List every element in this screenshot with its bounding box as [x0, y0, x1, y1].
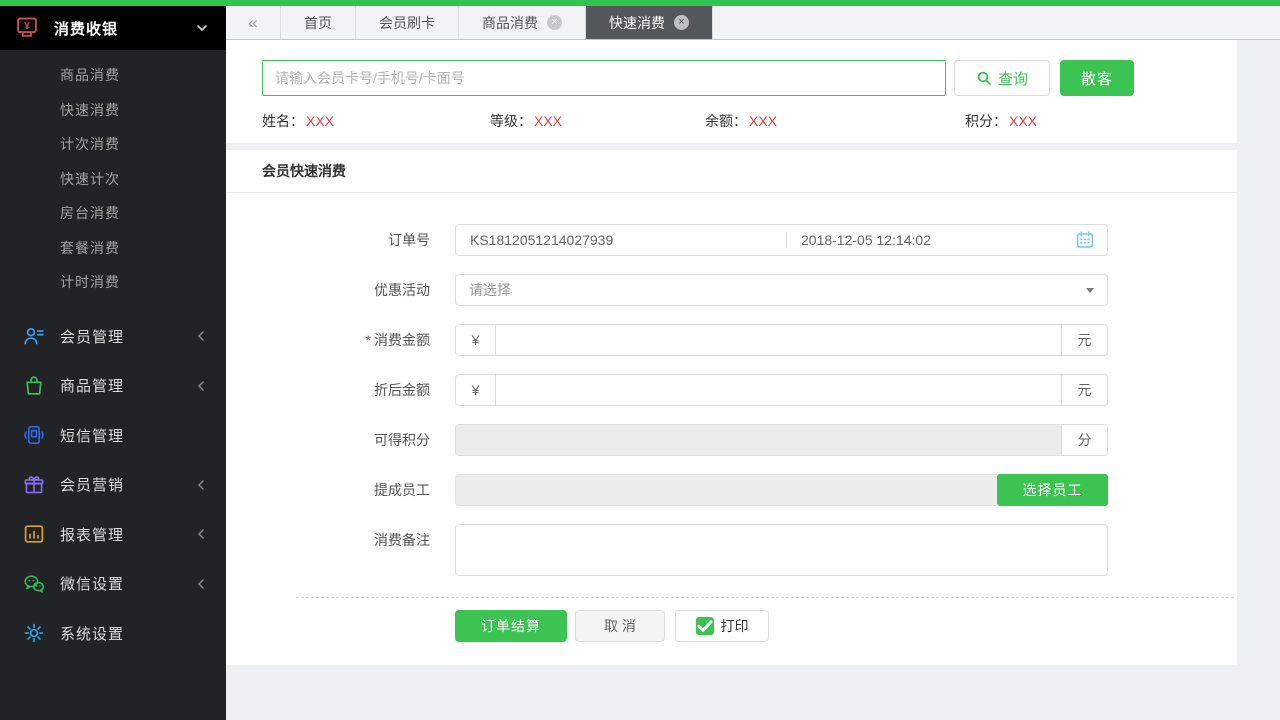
- print-checkbox-group[interactable]: 打印: [675, 610, 769, 642]
- sidebar-item-goods-management[interactable]: 商品管理: [0, 361, 226, 411]
- guest-button[interactable]: 散客: [1060, 60, 1134, 96]
- checkbox-checked-icon[interactable]: [696, 617, 714, 635]
- search-icon: [976, 70, 992, 86]
- collapse-tabs-button[interactable]: «: [226, 6, 281, 39]
- close-icon[interactable]: ×: [547, 15, 562, 30]
- member-level: 等级：XXX: [490, 111, 705, 131]
- sidebar: ¥ 消费收银 商品消费 快速消费 计次消费 快速计次 房台消费 套餐消费 计时消…: [0, 6, 226, 720]
- points-row: 可得积分 分: [226, 424, 1237, 456]
- sidebar-item-member-marketing[interactable]: 会员营销: [0, 460, 226, 510]
- sidebar-item-member-management[interactable]: 会员管理: [0, 312, 226, 362]
- close-icon[interactable]: ×: [674, 15, 689, 30]
- chevron-left-icon: [196, 528, 208, 540]
- sidebar-subitem-goods-consume[interactable]: 商品消费: [0, 58, 226, 93]
- currency-prefix: ¥: [456, 325, 496, 355]
- amount-input[interactable]: [496, 325, 1061, 355]
- select-staff-button[interactable]: 选择员工: [997, 474, 1108, 506]
- search-input[interactable]: [262, 60, 946, 96]
- settle-order-button[interactable]: 订单结算: [455, 610, 567, 642]
- order-number-box: KS1812051214027939 2018-12-05 12:14:02: [455, 224, 1108, 256]
- points-input: [456, 425, 1061, 455]
- sidebar-header-label: 消费收银: [54, 18, 196, 39]
- chevron-left-icon: [196, 330, 208, 342]
- calendar-icon[interactable]: [1075, 230, 1095, 250]
- sidebar-item-system-settings[interactable]: 系统设置: [0, 609, 226, 659]
- tab-bar: « 首页 会员刷卡 商品消费 × 快速消费 ×: [226, 6, 1280, 40]
- sidebar-subitem-count-consume[interactable]: 计次消费: [0, 127, 226, 162]
- remark-row: 消费备注: [226, 524, 1237, 579]
- chevron-down-icon: [196, 22, 208, 34]
- order-datetime: 2018-12-05 12:14:02: [801, 232, 1075, 248]
- tab-member-swipe[interactable]: 会员刷卡: [356, 6, 459, 39]
- workspace: 查询 散客 姓名：XXX 等级：XXX 余额：XXX: [226, 40, 1280, 720]
- member-name: 姓名：XXX: [262, 111, 490, 131]
- required-mark: *: [366, 332, 371, 348]
- member-balance: 余额：XXX: [705, 111, 965, 131]
- order-row: 订单号 KS1812051214027939 2018-12-05 12:14:…: [226, 224, 1237, 256]
- chevron-left-icon: [196, 380, 208, 392]
- dashed-divider: [296, 597, 1234, 598]
- caret-down-icon: [1086, 288, 1094, 293]
- member-points: 积分：XXX: [965, 111, 1037, 131]
- sidebar-subitem-room-consume[interactable]: 房台消费: [0, 196, 226, 231]
- unit-suffix: 元: [1061, 325, 1107, 355]
- action-buttons: 订单结算 取 消 打印: [455, 610, 1237, 642]
- sms-icon: [22, 423, 46, 447]
- cancel-button[interactable]: 取 消: [575, 610, 665, 642]
- query-button[interactable]: 查询: [954, 60, 1050, 96]
- tab-quick-consume[interactable]: 快速消费 ×: [586, 6, 713, 39]
- app-root: ¥ 消费收银 商品消费 快速消费 计次消费 快速计次 房台消费 套餐消费 计时消…: [0, 0, 1280, 720]
- content-column: « 首页 会员刷卡 商品消费 × 快速消费 ×: [226, 6, 1280, 720]
- staff-row: 提成员工 选择员工: [226, 474, 1237, 506]
- tab-home[interactable]: 首页: [281, 6, 356, 39]
- unit-suffix: 分: [1061, 425, 1107, 455]
- divider: [786, 232, 787, 248]
- chevron-left-icon: [196, 479, 208, 491]
- goods-icon: [22, 374, 46, 398]
- sidebar-subitem-timed-consume[interactable]: 计时消费: [0, 265, 226, 300]
- currency-prefix: ¥: [456, 375, 496, 405]
- order-number: KS1812051214027939: [470, 232, 786, 248]
- sidebar-item-report-management[interactable]: 报表管理: [0, 510, 226, 560]
- sidebar-subitem-package-consume[interactable]: 套餐消费: [0, 231, 226, 266]
- tab-goods-consume[interactable]: 商品消费 ×: [459, 6, 586, 39]
- member-icon: [22, 324, 46, 348]
- sidebar-item-consume-cashier[interactable]: ¥ 消费收银: [0, 6, 226, 50]
- sidebar-item-sms-management[interactable]: 短信管理: [0, 411, 226, 461]
- report-icon: [22, 522, 46, 546]
- cash-register-icon: ¥: [14, 15, 40, 41]
- amount-row: *消费金额 ¥ 元: [226, 324, 1237, 356]
- main-row: ¥ 消费收银 商品消费 快速消费 计次消费 快速计次 房台消费 套餐消费 计时消…: [0, 6, 1280, 720]
- discount-row: 折后金额 ¥ 元: [226, 374, 1237, 406]
- sidebar-main-menu: 会员管理 商品管理: [0, 312, 226, 659]
- sidebar-subitem-quick-consume[interactable]: 快速消费: [0, 93, 226, 128]
- member-search-section: 查询 散客 姓名：XXX 等级：XXX 余额：XXX: [226, 40, 1237, 143]
- quick-consume-form: 订单号 KS1812051214027939 2018-12-05 12:14:…: [226, 193, 1237, 642]
- chevron-left-icon: [196, 578, 208, 590]
- quick-consume-panel: 会员快速消费 订单号 KS1812051214027939 2018-12-05…: [226, 150, 1237, 665]
- wechat-icon: [22, 572, 46, 596]
- discount-input[interactable]: [496, 375, 1061, 405]
- panel-title: 会员快速消费: [226, 150, 1237, 193]
- print-label: 打印: [721, 616, 749, 636]
- member-info-row: 姓名：XXX 等级：XXX 余额：XXX 积分：XXX: [262, 111, 1237, 131]
- unit-suffix: 元: [1061, 375, 1107, 405]
- remark-textarea[interactable]: [455, 524, 1108, 576]
- sidebar-subitem-quick-count[interactable]: 快速计次: [0, 162, 226, 197]
- promo-row: 优惠活动 请选择: [226, 274, 1237, 306]
- promo-select[interactable]: 请选择: [455, 274, 1108, 306]
- sidebar-item-wechat-settings[interactable]: 微信设置: [0, 559, 226, 609]
- sidebar-submenu: 商品消费 快速消费 计次消费 快速计次 房台消费 套餐消费 计时消费: [0, 50, 226, 300]
- gear-icon: [22, 621, 46, 645]
- svg-text:¥: ¥: [24, 21, 30, 32]
- gift-icon: [22, 473, 46, 497]
- staff-input: [455, 474, 997, 506]
